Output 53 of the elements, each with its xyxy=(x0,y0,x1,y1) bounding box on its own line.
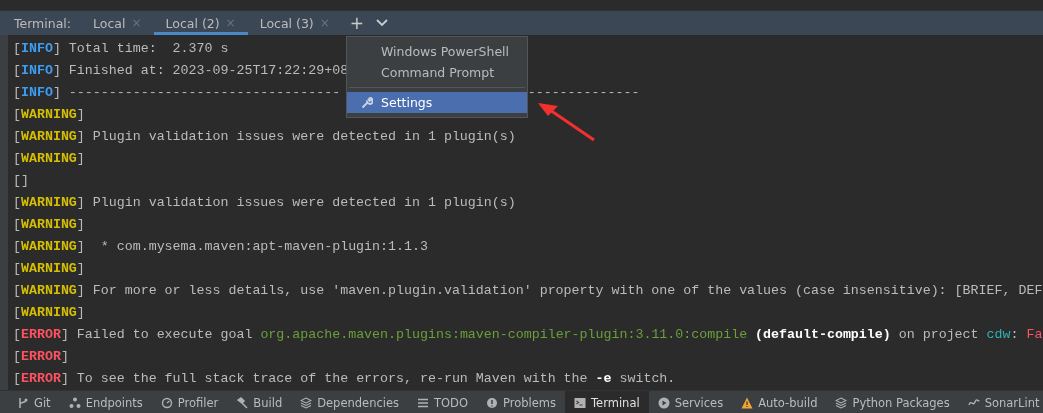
terminal-tab[interactable]: Local (3) × xyxy=(247,11,342,35)
console-line: [WARNING] xyxy=(13,260,85,278)
tool-window-button[interactable]: Build xyxy=(227,391,292,413)
tool-window-button[interactable]: Profiler xyxy=(151,391,228,413)
tool-window-button[interactable]: Problems xyxy=(477,391,566,413)
tab-label: Local (3) xyxy=(259,15,314,31)
console-line: [INFO] Total time: 2.370 s xyxy=(13,40,229,58)
console-line: [WARNING] xyxy=(13,150,85,168)
console-line-end: -------------- xyxy=(527,84,640,102)
console-line: [WARNING] Plugin validation issues were detected in 1 plugin(s) xyxy=(13,128,516,146)
console-line: [INFO] ---------------------------------- xyxy=(13,84,341,102)
tool-window-button[interactable]: Terminal xyxy=(565,391,649,413)
tool-window-button[interactable]: Git xyxy=(8,391,60,413)
console-line: [ERROR] To see the full stack trace of the errors, re-run Maven with the -e switch. xyxy=(13,370,676,388)
warning-icon xyxy=(741,396,754,409)
layers-icon xyxy=(835,396,848,409)
play-icon xyxy=(657,396,670,409)
tool-window-button[interactable]: Dependencies xyxy=(291,391,409,413)
list-icon xyxy=(417,396,430,409)
terminal-label: Terminal: xyxy=(13,15,73,31)
console-line: [ERROR] xyxy=(13,348,69,366)
tool-window-button[interactable]: Auto-build xyxy=(732,391,827,413)
tool-window-button[interactable]: Python Packages xyxy=(826,391,959,413)
console-line: [WARNING] Plugin validation issues were detected in 1 plugin(s) xyxy=(13,194,516,212)
console-line: [WARNING] xyxy=(13,106,85,124)
console-line: [WARNING] xyxy=(13,216,85,234)
console-line: [INFO] Finished at: 2023-09-25T17:22:29+08 xyxy=(13,62,349,80)
tool-window-button[interactable]: TODO xyxy=(408,391,477,413)
info-icon xyxy=(486,396,498,409)
gauge-icon xyxy=(160,396,173,409)
console-line: [WARNING] For more or less details, use 'maven.plugin.validation' property with one of the values (case insensitive): [BRIEF, DEF xyxy=(13,282,1043,300)
terminal-tab[interactable]: Local (2) × xyxy=(153,11,248,35)
tool-window-button[interactable]: SonarLint xyxy=(958,391,1043,413)
wrench-icon xyxy=(361,96,373,109)
tool-window-button[interactable]: Endpoints xyxy=(59,391,152,413)
hammer-icon xyxy=(236,396,249,409)
tab-label: Local (2) xyxy=(165,15,220,31)
terminal-tab[interactable]: Local × xyxy=(81,11,154,35)
menu-item[interactable]: Windows PowerShell xyxy=(347,41,527,62)
terminal-icon xyxy=(574,396,587,409)
tab-label: Local xyxy=(93,15,126,31)
menu-item[interactable]: Settings xyxy=(347,92,527,113)
add-tab-button[interactable]: + xyxy=(341,11,373,35)
console-line: [WARNING] xyxy=(13,304,85,322)
branch-icon xyxy=(17,396,29,409)
console-line: [WARNING] * com.mysema.maven:apt-maven-plugin:1.1.3 xyxy=(13,238,428,256)
layers-icon xyxy=(300,396,313,409)
nodes-icon xyxy=(68,396,81,409)
console-line: [] xyxy=(13,172,29,190)
tool-window-button[interactable]: Services xyxy=(648,391,733,413)
menu-item[interactable]: Command Prompt xyxy=(347,62,527,83)
console-line: [ERROR] Failed to execute goal org.apache.maven.plugins:maven-compiler-plugin:3.11.0:compile (default-compile) on project cdw: Fa xyxy=(13,326,1043,344)
caret-icon[interactable] xyxy=(376,19,389,27)
